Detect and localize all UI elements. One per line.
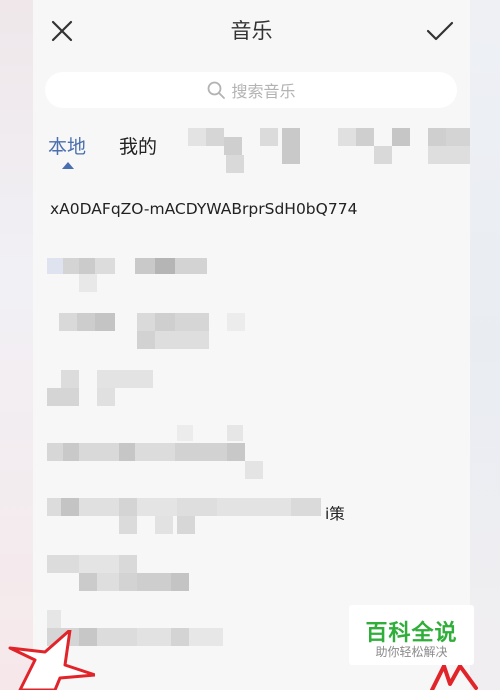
tab-mine[interactable]: 我的 (119, 132, 157, 159)
song-title-partial: i策 (325, 505, 345, 523)
music-picker-panel: 音乐 搜索音乐 本地 我的 xA0DAFqZO-mACDYWABrprSdH0b… (33, 0, 470, 690)
watermark-subtitle: 助你轻松解决 (375, 645, 448, 659)
active-tab-indicator (62, 162, 74, 169)
search-placeholder: 搜索音乐 (231, 82, 296, 101)
search-icon (208, 81, 226, 99)
confirm-button[interactable] (424, 16, 456, 46)
left-edge-background (0, 0, 33, 690)
song-item[interactable]: xA0DAFqZO-mACDYWABrprSdH0bQ774 (50, 200, 357, 218)
tab-local[interactable]: 本地 (48, 132, 86, 159)
red-annotation-star (8, 630, 95, 690)
close-icon (51, 20, 73, 42)
top-bar: 音乐 (33, 0, 470, 62)
page-title: 音乐 (230, 19, 273, 43)
checkmark-icon (426, 21, 454, 41)
tab-bar: 本地 我的 (33, 120, 470, 173)
search-input[interactable]: 搜索音乐 (45, 72, 457, 108)
right-edge-background (470, 0, 500, 690)
watermark-logo: 百科全说 助你轻松解决 (349, 605, 474, 665)
close-button[interactable] (47, 16, 77, 46)
